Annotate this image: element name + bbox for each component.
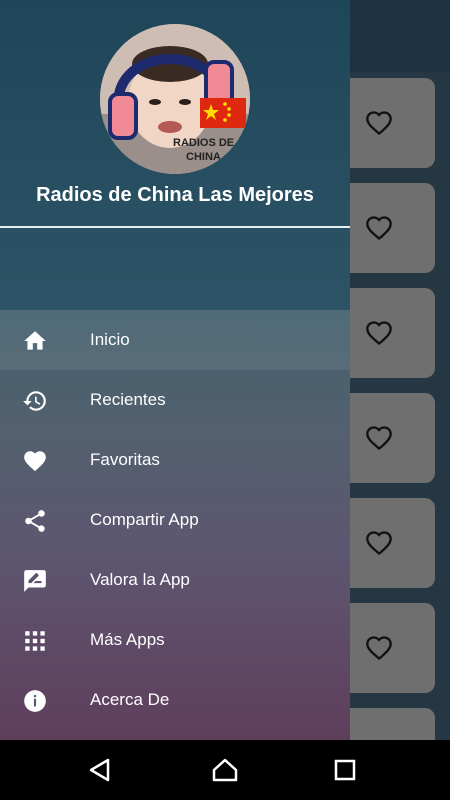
menu-item-acerca[interactable]: Acerca De (0, 670, 350, 730)
history-icon (23, 391, 46, 411)
menu-item-label: Recientes (90, 390, 166, 409)
drawer-header: RADIOS DE CHINA Radios de China Las Mejo… (0, 0, 350, 310)
menu-item-favoritas[interactable]: Favoritas (0, 430, 350, 490)
menu-item-compartir[interactable]: Compartir App (0, 490, 350, 550)
heart-icon (24, 451, 46, 472)
app-logo-image: RADIOS DE CHINA (100, 24, 250, 174)
heart-outline-icon[interactable] (365, 214, 393, 242)
station-card[interactable] (340, 393, 435, 483)
rate-review-icon (24, 570, 46, 592)
menu-item-inicio[interactable]: Inicio (0, 310, 350, 370)
heart-outline-icon[interactable] (365, 319, 393, 347)
apps-grid-icon (25, 631, 45, 651)
station-card[interactable] (340, 288, 435, 378)
heart-outline-icon[interactable] (365, 109, 393, 137)
heart-outline-icon[interactable] (365, 424, 393, 452)
drawer-app-title: Radios de China Las Mejores (36, 184, 314, 206)
heart-outline-icon[interactable] (365, 634, 393, 662)
menu-item-label: Compartir App (90, 510, 199, 529)
navigation-drawer: RADIOS DE CHINA Radios de China Las Mejo… (0, 0, 350, 740)
menu-item-label: Más Apps (90, 630, 165, 649)
menu-item-label: Favoritas (90, 450, 160, 469)
menu-item-recientes[interactable]: Recientes (0, 370, 350, 430)
app-logo-avatar: RADIOS DE CHINA (100, 24, 250, 174)
info-icon (24, 690, 46, 712)
menu-item-label: Inicio (90, 330, 130, 349)
back-triangle-icon[interactable] (85, 755, 115, 785)
station-card[interactable] (340, 183, 435, 273)
logo-text-line2: CHINA (186, 151, 221, 163)
station-card[interactable] (340, 498, 435, 588)
menu-item-mas-apps[interactable]: Más Apps (0, 610, 350, 670)
system-navigation-bar (0, 740, 450, 800)
home-outline-icon[interactable] (210, 755, 240, 785)
logo-text-line1: RADIOS DE (173, 137, 234, 149)
share-icon (25, 510, 45, 532)
station-card[interactable] (340, 708, 435, 740)
recents-square-icon[interactable] (330, 755, 360, 785)
menu-item-label: Acerca De (90, 690, 170, 709)
station-card[interactable] (340, 78, 435, 168)
menu-item-label: Valora la App (90, 570, 190, 589)
header-divider (0, 226, 350, 228)
home-icon (24, 331, 46, 350)
drawer-menu: Inicio Recientes Favoritas Compartir App… (0, 310, 350, 730)
menu-item-valora[interactable]: Valora la App (0, 550, 350, 610)
station-card[interactable] (340, 603, 435, 693)
heart-outline-icon[interactable] (365, 529, 393, 557)
